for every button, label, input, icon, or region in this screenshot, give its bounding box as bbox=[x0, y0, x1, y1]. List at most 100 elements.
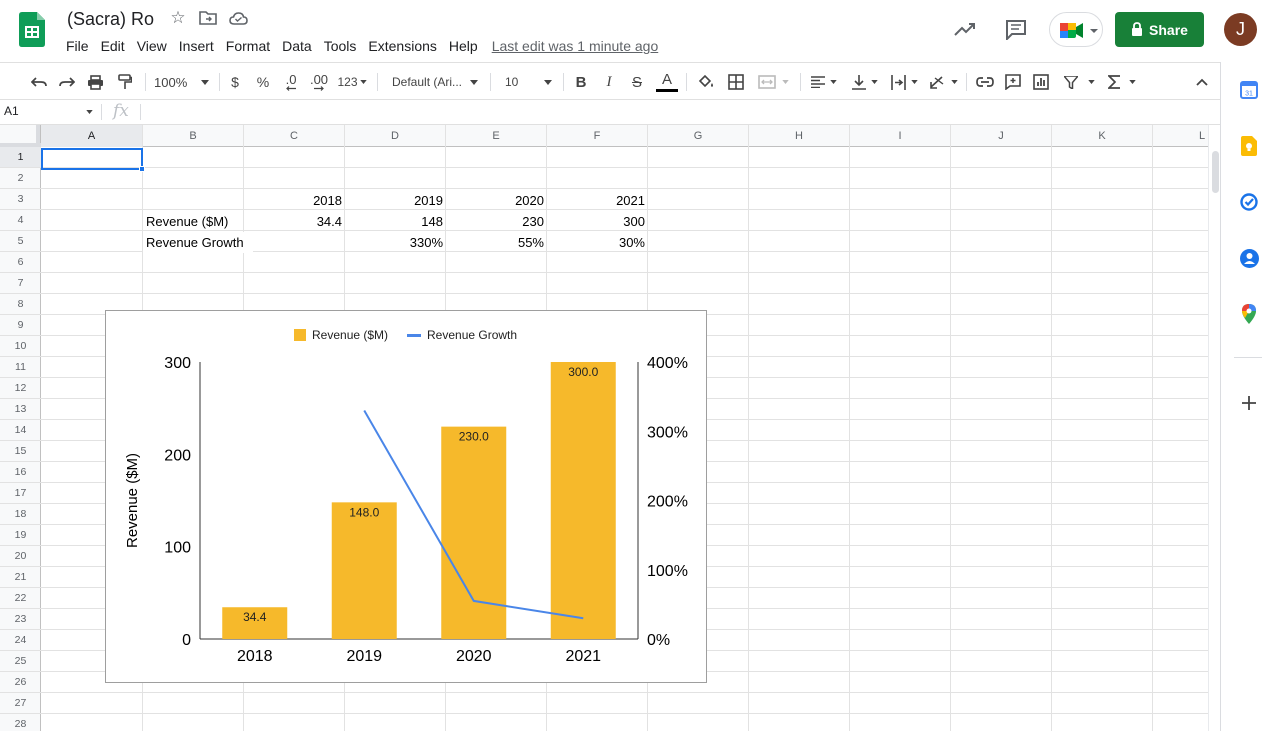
cell-f5[interactable]: 30% bbox=[547, 232, 648, 253]
keep-icon[interactable] bbox=[1238, 135, 1260, 157]
strikethrough-button[interactable]: S bbox=[628, 63, 646, 101]
column-header-b[interactable]: B bbox=[143, 125, 244, 147]
cell-b5[interactable]: Revenue Growth bbox=[143, 232, 253, 253]
fill-color-icon[interactable] bbox=[695, 63, 717, 101]
percent-button[interactable]: % bbox=[254, 63, 272, 101]
cell-c4[interactable]: 34.4 bbox=[244, 211, 345, 232]
select-all-corner[interactable] bbox=[0, 125, 41, 147]
row-header-2[interactable]: 2 bbox=[0, 168, 41, 189]
filter-icon[interactable] bbox=[1060, 63, 1098, 101]
formula-input[interactable] bbox=[142, 101, 1212, 123]
column-header-a[interactable]: A bbox=[41, 125, 143, 147]
menu-format[interactable]: Format bbox=[220, 37, 276, 55]
decrease-decimal-button[interactable]: .0 bbox=[280, 63, 302, 101]
link-icon[interactable] bbox=[974, 63, 996, 101]
valign-icon[interactable] bbox=[849, 63, 881, 101]
tasks-icon[interactable] bbox=[1238, 191, 1260, 213]
row-header-14[interactable]: 14 bbox=[0, 420, 41, 441]
cell-c3[interactable]: 2018 bbox=[244, 190, 345, 211]
maps-icon[interactable] bbox=[1238, 303, 1260, 325]
functions-icon[interactable] bbox=[1106, 63, 1138, 101]
zoom-select[interactable]: 100% bbox=[154, 63, 210, 101]
chevron-down-icon[interactable] bbox=[86, 110, 93, 114]
menu-extensions[interactable]: Extensions bbox=[362, 37, 442, 55]
row-header-27[interactable]: 27 bbox=[0, 693, 41, 714]
add-comment-icon[interactable] bbox=[1002, 63, 1024, 101]
row-header-10[interactable]: 10 bbox=[0, 336, 41, 357]
collapse-icon[interactable] bbox=[1192, 63, 1212, 101]
scrollbar-thumb[interactable] bbox=[1212, 151, 1219, 193]
font-select[interactable]: Default (Ari... bbox=[392, 63, 482, 101]
contacts-icon[interactable] bbox=[1238, 247, 1260, 269]
last-edit-link[interactable]: Last edit was 1 minute ago bbox=[492, 37, 659, 55]
cell-d5[interactable]: 330% bbox=[345, 232, 446, 253]
wrap-icon[interactable] bbox=[888, 63, 920, 101]
row-header-15[interactable]: 15 bbox=[0, 441, 41, 462]
row-header-21[interactable]: 21 bbox=[0, 567, 41, 588]
row-header-25[interactable]: 25 bbox=[0, 651, 41, 672]
undo-icon[interactable] bbox=[28, 63, 50, 101]
calendar-icon[interactable]: 31 bbox=[1238, 79, 1260, 101]
redo-icon[interactable] bbox=[56, 63, 78, 101]
row-header-6[interactable]: 6 bbox=[0, 252, 41, 273]
column-header-j[interactable]: J bbox=[951, 125, 1052, 147]
cell-d3[interactable]: 2019 bbox=[345, 190, 446, 211]
bold-button[interactable]: B bbox=[572, 63, 590, 101]
move-folder-icon[interactable] bbox=[198, 9, 218, 27]
cell-b4[interactable]: Revenue ($M) bbox=[143, 211, 244, 232]
row-header-13[interactable]: 13 bbox=[0, 399, 41, 420]
rotate-icon[interactable] bbox=[927, 63, 959, 101]
cell-e3[interactable]: 2020 bbox=[446, 190, 547, 211]
row-header-24[interactable]: 24 bbox=[0, 630, 41, 651]
merge-icon[interactable] bbox=[755, 63, 791, 101]
column-header-d[interactable]: D bbox=[345, 125, 446, 147]
row-header-19[interactable]: 19 bbox=[0, 525, 41, 546]
row-header-16[interactable]: 16 bbox=[0, 462, 41, 483]
sheets-logo-icon[interactable] bbox=[19, 12, 45, 47]
selected-cell-a1[interactable] bbox=[41, 148, 143, 170]
row-header-17[interactable]: 17 bbox=[0, 483, 41, 504]
italic-button[interactable]: I bbox=[600, 63, 618, 101]
row-header-8[interactable]: 8 bbox=[0, 294, 41, 315]
comment-icon[interactable] bbox=[1004, 17, 1028, 41]
menu-file[interactable]: File bbox=[66, 37, 95, 55]
column-header-k[interactable]: K bbox=[1052, 125, 1153, 147]
font-size-select[interactable]: 10 bbox=[505, 63, 555, 101]
cell-f4[interactable]: 300 bbox=[547, 211, 648, 232]
currency-button[interactable]: $ bbox=[226, 63, 244, 101]
cell-e4[interactable]: 230 bbox=[446, 211, 547, 232]
name-box[interactable]: A1 bbox=[4, 104, 19, 118]
print-icon[interactable] bbox=[84, 63, 106, 101]
trend-icon[interactable] bbox=[953, 18, 977, 40]
avatar[interactable]: J bbox=[1224, 13, 1257, 46]
cell-f3[interactable]: 2021 bbox=[547, 190, 648, 211]
menu-edit[interactable]: Edit bbox=[95, 37, 131, 55]
menu-help[interactable]: Help bbox=[443, 37, 484, 55]
row-header-26[interactable]: 26 bbox=[0, 672, 41, 693]
row-header-12[interactable]: 12 bbox=[0, 378, 41, 399]
vertical-scrollbar[interactable] bbox=[1208, 125, 1220, 731]
number-format-select[interactable]: 123 bbox=[335, 63, 369, 101]
column-header-l[interactable]: L bbox=[1153, 125, 1208, 147]
row-header-3[interactable]: 3 bbox=[0, 189, 41, 210]
insert-chart-icon[interactable] bbox=[1030, 63, 1052, 101]
row-header-18[interactable]: 18 bbox=[0, 504, 41, 525]
column-header-h[interactable]: H bbox=[749, 125, 850, 147]
row-header-9[interactable]: 9 bbox=[0, 315, 41, 336]
row-header-4[interactable]: 4 bbox=[0, 210, 41, 231]
cell-d4[interactable]: 148 bbox=[345, 211, 446, 232]
row-header-7[interactable]: 7 bbox=[0, 273, 41, 294]
row-header-20[interactable]: 20 bbox=[0, 546, 41, 567]
fill-handle[interactable] bbox=[139, 166, 145, 172]
share-button[interactable]: Share bbox=[1115, 12, 1204, 47]
column-header-c[interactable]: C bbox=[244, 125, 345, 147]
increase-decimal-button[interactable]: .00 bbox=[307, 63, 331, 101]
column-header-f[interactable]: F bbox=[547, 125, 648, 147]
borders-icon[interactable] bbox=[725, 63, 747, 101]
column-header-i[interactable]: I bbox=[850, 125, 951, 147]
combo-chart[interactable]: Revenue ($M) Revenue Growth 0 100 200 300 0%… bbox=[105, 310, 707, 683]
menu-tools[interactable]: Tools bbox=[318, 37, 363, 55]
align-icon[interactable] bbox=[808, 63, 840, 101]
row-header-23[interactable]: 23 bbox=[0, 609, 41, 630]
cell-e5[interactable]: 55% bbox=[446, 232, 547, 253]
